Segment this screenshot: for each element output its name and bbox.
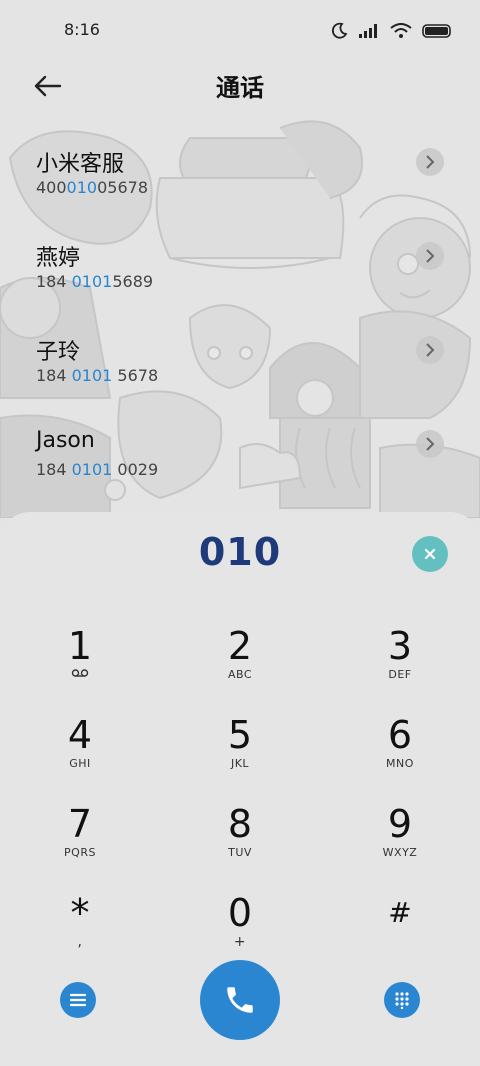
dialed-number: 010 <box>198 530 282 574</box>
dialpad-icon <box>395 992 409 1009</box>
matched-digits: 0101 <box>71 460 113 479</box>
contact-details-button[interactable] <box>416 336 444 364</box>
matched-digits: 010 <box>66 178 98 197</box>
contact-item[interactable]: Jason 184 0101 0029 <box>0 420 480 514</box>
phone-icon <box>227 987 253 1013</box>
contact-details-button[interactable] <box>416 242 444 270</box>
key-4[interactable]: 4 GHI <box>0 713 160 797</box>
contact-results-list: 小米客服 40001005678 燕婷 184 01015689 子玲 184 … <box>0 138 480 514</box>
signal-icon <box>359 24 377 38</box>
key-5[interactable]: 5 JKL <box>160 713 320 797</box>
chevron-right-icon <box>426 343 435 357</box>
dialpad-sheet: 010 1 2 ABC 3 DEF 4 GHI 5 JKL 6 MNO 7 PQ… <box>0 512 480 1066</box>
contact-name: 小米客服 <box>36 152 125 177</box>
contact-item[interactable]: 燕婷 184 01015689 <box>0 232 480 326</box>
matched-digits: 0101 <box>71 272 113 291</box>
page-title: 通话 <box>216 74 264 102</box>
menu-icon <box>70 993 86 1007</box>
menu-button[interactable] <box>60 982 96 1018</box>
chevron-right-icon <box>426 249 435 263</box>
key-2[interactable]: 2 ABC <box>160 624 320 708</box>
key-8[interactable]: 8 TUV <box>160 802 320 886</box>
contact-name: 燕婷 <box>36 246 81 271</box>
status-time: 8:16 <box>64 20 100 39</box>
contact-details-button[interactable] <box>416 430 444 458</box>
dialpad-toggle-button[interactable] <box>384 982 420 1018</box>
voicemail-icon <box>71 669 89 677</box>
wifi-icon <box>390 23 412 38</box>
call-button[interactable] <box>200 960 280 1040</box>
key-star[interactable]: * , <box>0 891 160 975</box>
chevron-right-icon <box>426 155 435 169</box>
close-icon <box>424 548 436 560</box>
key-3[interactable]: 3 DEF <box>320 624 480 708</box>
contact-number: 184 0101 0029 <box>36 460 159 479</box>
status-bar: 8:16 <box>0 0 480 62</box>
contact-name: Jason <box>36 428 95 453</box>
key-6[interactable]: 6 MNO <box>320 713 480 797</box>
contact-name: 子玲 <box>36 340 81 365</box>
key-7[interactable]: 7 PQRS <box>0 802 160 886</box>
key-hash[interactable]: # <box>320 891 480 975</box>
matched-digits: 0101 <box>71 366 113 385</box>
clear-button[interactable] <box>412 536 448 572</box>
contact-number: 184 0101 5678 <box>36 366 159 385</box>
contact-details-button[interactable] <box>416 148 444 176</box>
contact-item[interactable]: 子玲 184 0101 5678 <box>0 326 480 420</box>
contact-item[interactable]: 小米客服 40001005678 <box>0 138 480 232</box>
status-icons <box>330 22 452 40</box>
key-9[interactable]: 9 WXYZ <box>320 802 480 886</box>
contact-number: 40001005678 <box>36 178 148 197</box>
contact-number: 184 01015689 <box>36 272 154 291</box>
key-1[interactable]: 1 <box>0 624 160 708</box>
do-not-disturb-icon <box>331 22 348 39</box>
app-bar: 通话 <box>0 62 480 118</box>
chevron-right-icon <box>426 437 435 451</box>
battery-icon <box>422 24 451 38</box>
